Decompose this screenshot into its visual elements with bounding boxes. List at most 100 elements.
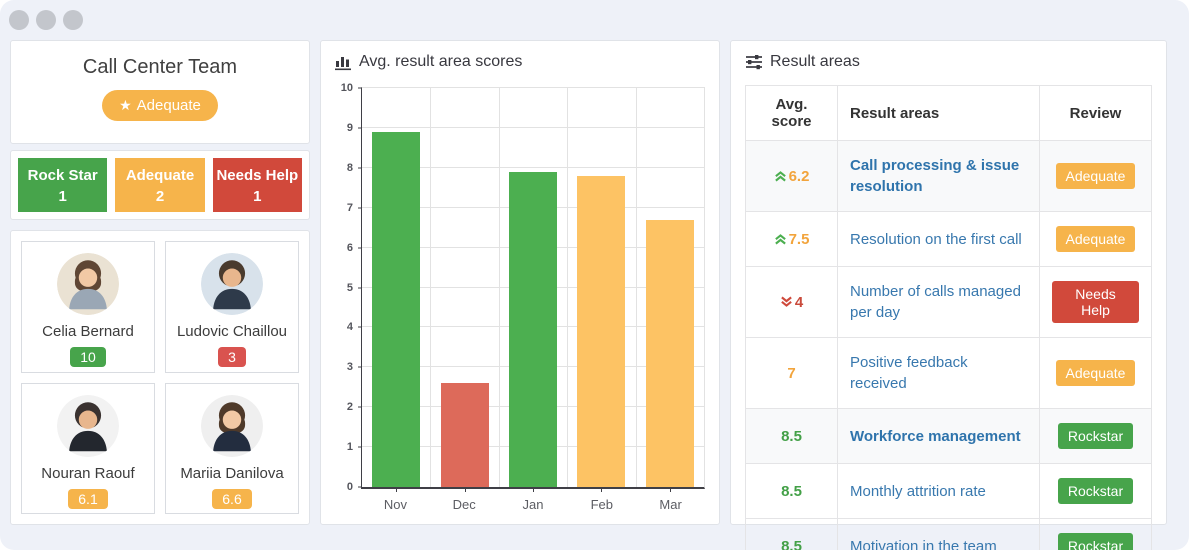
avg-score-cell: 8.5 [746,464,838,519]
review-cell: Rockstar [1040,464,1152,519]
x-axis-label-dec: Dec [430,497,499,512]
bar-chart-icon [335,54,352,71]
y-axis-tick-label: 1 [347,441,353,453]
chart-column: Avg. result area scores 012345678910 Nov… [320,40,720,525]
member-avatar-female-long-brown-hair [57,253,119,315]
result-area-link[interactable]: Number of calls managed per day [838,267,1040,338]
result-area-row: 7 Positive feedback received Adequate [746,338,1152,409]
review-badge: Adequate [1056,226,1136,252]
result-areas-table-body: 6.2Call processing & issue resolution Ade… [746,141,1152,550]
avg-score-value: 7 [787,365,795,382]
window-control-dot-1[interactable] [9,10,29,30]
bar-mar [646,220,694,487]
member-card-ludovic-chaillou[interactable]: Ludovic Chaillou 3 [165,241,299,373]
x-axis-label-mar: Mar [636,497,705,512]
member-name: Mariia Danilova [166,465,298,482]
status-counters: Rock Star1Adequate2Needs Help1 [18,158,302,212]
header-result-areas: Result areas [838,86,1040,141]
avg-score-value: 7.5 [789,231,810,248]
review-badge: Adequate [1056,360,1136,386]
avatar [201,395,263,457]
avg-score-value: 8.5 [781,428,802,445]
status-counter-rock-star[interactable]: Rock Star1 [18,158,107,212]
members-grid: Celia Bernard10 Ludovic Chaillou 3 Nouran R… [21,241,299,514]
status-counter-adequate[interactable]: Adequate2 [115,158,204,212]
y-axis-tick-label: 9 [347,122,353,134]
result-areas-column: Result areas Avg. score Result areas Rev… [730,40,1167,525]
result-areas-title: Result areas [770,53,860,71]
dashboard-content: Call Center Team ★Adequate Rock Star1Ade… [0,40,1189,525]
bar-nov [372,132,420,487]
header-avg-score: Avg. score [746,86,838,141]
avg-score-value: 4 [795,294,803,311]
review-cell: Adequate [1040,338,1152,409]
y-axis-tick-label: 6 [347,242,353,254]
window-control-dot-2[interactable] [36,10,56,30]
window-titlebar [0,0,1189,40]
status-counter-value: 1 [18,186,107,207]
avg-score-cell: 7.5 [746,212,838,267]
chart-x-labels: NovDecJanFebMar [361,497,705,512]
status-counter-value: 1 [213,186,302,207]
trend-down-icon [780,295,793,309]
member-card-mariia-danilova[interactable]: Mariia Danilova 6.6 [165,383,299,515]
member-score-badge: 10 [70,347,106,367]
status-counter-label: Needs Help [213,165,302,186]
avg-score-cell: 8.5 [746,519,838,550]
trend-up-icon [774,232,787,246]
result-area-link[interactable]: Resolution on the first call [838,212,1040,267]
result-areas-panel: Result areas Avg. score Result areas Rev… [730,40,1167,525]
bar-column-feb [567,88,635,487]
bar-feb [577,176,625,487]
member-avatar-male-beard-suit [201,253,263,315]
y-axis-tick-label: 10 [341,82,353,94]
result-area-row: 4 Number of calls managed per dayNeeds He… [746,267,1152,338]
member-avatar-female-long-dark-hair [201,395,263,457]
status-counter-label: Adequate [115,165,204,186]
member-score-badge: 6.6 [212,489,251,509]
status-counters-card: Rock Star1Adequate2Needs Help1 [10,150,310,220]
sliders-icon [745,53,763,71]
status-counter-value: 2 [115,186,204,207]
avg-score-value: 8.5 [781,483,802,500]
bar-column-dec [430,88,498,487]
member-score-badge: 3 [218,347,246,367]
x-axis-tick [465,487,466,492]
status-counter-label: Rock Star [18,165,107,186]
status-counter-needs-help[interactable]: Needs Help1 [213,158,302,212]
member-card-celia-bernard[interactable]: Celia Bernard10 [21,241,155,373]
avatar [201,253,263,315]
x-axis-label-feb: Feb [567,497,636,512]
star-icon: ★ [119,97,132,113]
x-axis-tick [396,487,397,492]
member-avatar-male-black-suit [57,395,119,457]
result-area-link[interactable]: Motivation in the team [838,519,1040,550]
x-axis-tick [670,487,671,492]
y-axis-tick-label: 7 [347,202,353,214]
review-cell: Rockstar [1040,519,1152,550]
x-axis-tick [533,487,534,492]
team-summary-card: Call Center Team ★Adequate [10,40,310,144]
member-name: Ludovic Chaillou [166,323,298,340]
chart-panel-title: Avg. result area scores [335,53,705,71]
member-name: Nouran Raouf [22,465,154,482]
team-review-badge: ★Adequate [102,90,218,121]
result-area-link[interactable]: Monthly attrition rate [838,464,1040,519]
window-control-dot-3[interactable] [63,10,83,30]
review-cell: Needs Help [1040,267,1152,338]
review-cell: Rockstar [1040,409,1152,464]
result-area-link[interactable]: Call processing & issue resolution [838,141,1040,212]
bar-column-mar [636,88,704,487]
result-areas-panel-title: Result areas [745,53,1152,71]
review-badge: Adequate [1056,163,1136,189]
result-area-link[interactable]: Workforce management [838,409,1040,464]
result-area-link[interactable]: Positive feedback received [838,338,1040,409]
member-card-nouran-raouf[interactable]: Nouran Raouf6.1 [21,383,155,515]
result-area-row: 8.5Motivation in the teamRockstar [746,519,1152,550]
bar-column-nov [362,88,430,487]
avg-score-cell: 6.2 [746,141,838,212]
dashboard-window: Call Center Team ★Adequate Rock Star1Ade… [0,0,1189,550]
bar-chart: 012345678910 NovDecJanFebMar [335,87,705,512]
avg-score-cell: 4 [746,267,838,338]
bar-jan [509,172,557,487]
